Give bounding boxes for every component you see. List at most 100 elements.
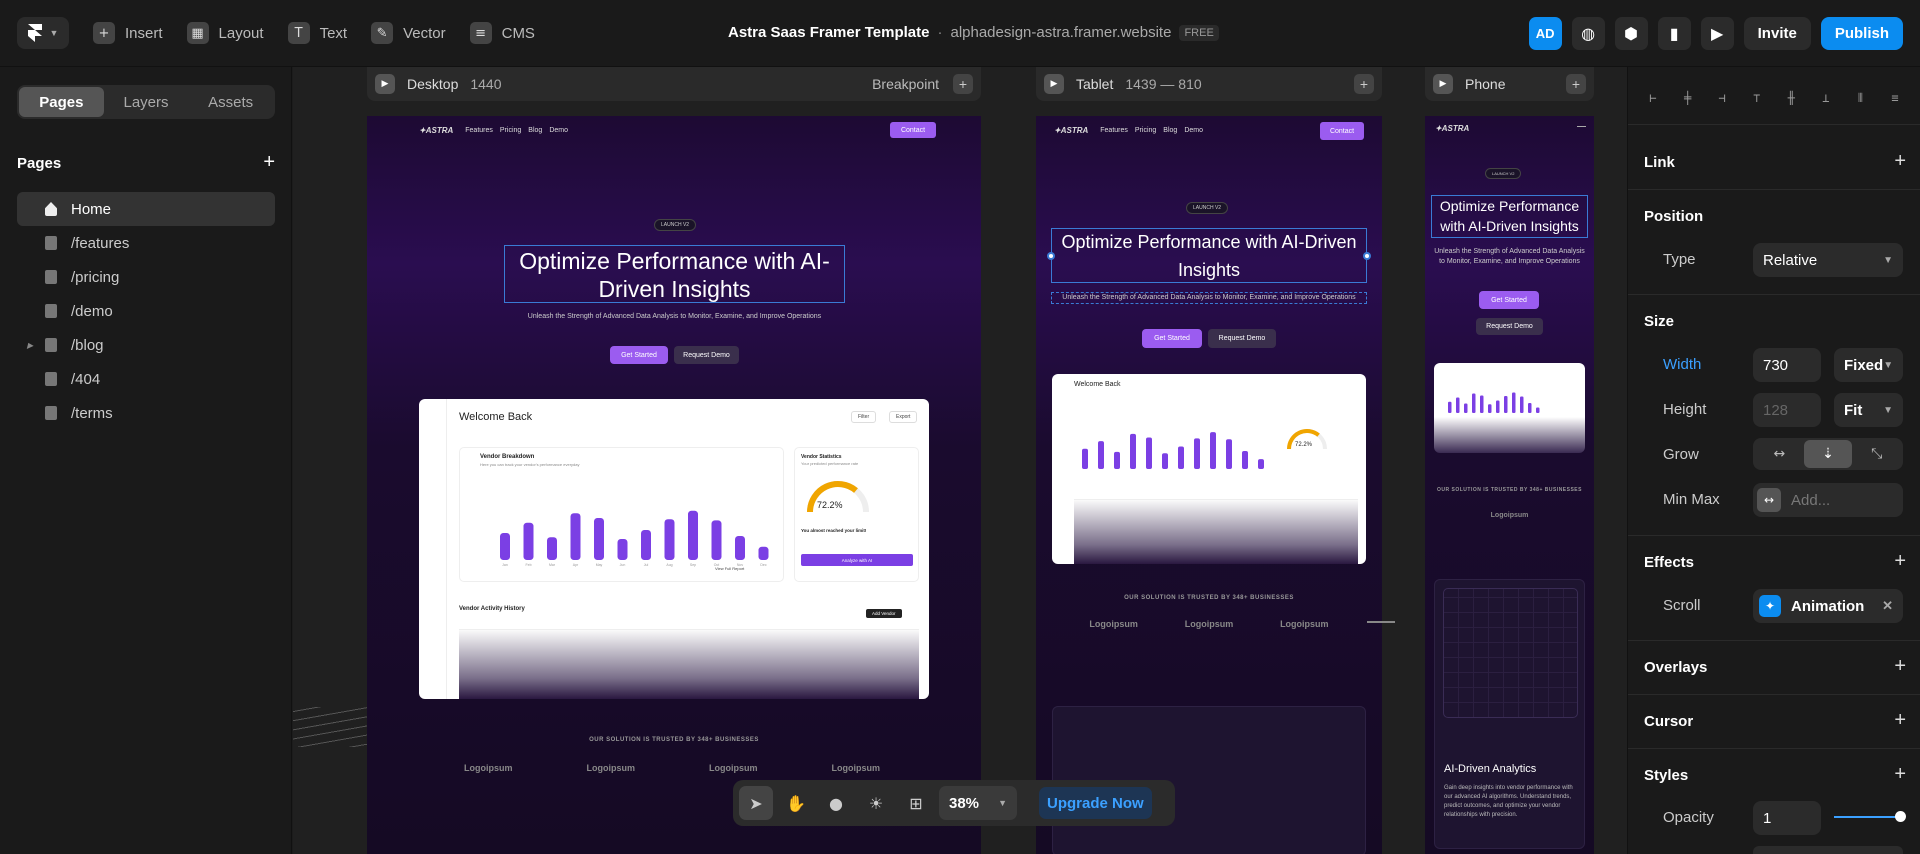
settings-icon[interactable]: ⬢ [1614,17,1648,50]
desktop-frame[interactable]: ✦ASTRA Features Pricing Blog Demo Contac… [367,116,981,854]
add-page-icon[interactable]: + [263,152,275,172]
add-vendor-button[interactable]: Add Vendor [866,609,902,618]
page-item-pricing[interactable]: /pricing [17,260,275,294]
page-item-home[interactable]: Home [17,192,275,226]
avatar[interactable]: AD [1528,17,1562,50]
globe-icon[interactable]: ◍ [1571,17,1605,50]
position-type-select[interactable]: Relative ▼ [1753,243,1903,277]
grow-horizontal-icon[interactable]: ↔ [1755,440,1804,468]
grow-both-icon[interactable]: ⤡ [1852,440,1901,468]
distribute-h-icon[interactable]: ⫴ [1851,89,1869,107]
cms-button[interactable]: ≡ CMS [469,22,535,44]
zoom-selector[interactable]: 38% ▼ [939,786,1017,820]
resize-handle[interactable] [1047,252,1055,260]
page-item-terms[interactable]: /terms [17,396,275,430]
get-started-button[interactable]: Get Started [1479,291,1539,309]
nav-link[interactable]: Blog [1163,127,1177,134]
phone-breakpoint-bar[interactable]: ▶ Phone + [1425,67,1594,101]
request-demo-button[interactable]: Request Demo [674,346,739,364]
insert-button[interactable]: + Insert [93,22,163,44]
design-canvas[interactable]: ▶ Desktop 1440 Breakpoint + ▶ Tablet 143… [293,67,1627,854]
add-effect-icon[interactable]: + [1894,551,1906,571]
page-item-404[interactable]: /404 [17,362,275,396]
resize-handle[interactable] [1363,252,1371,260]
page-item-demo[interactable]: /demo [17,294,275,328]
desktop-breakpoint-bar[interactable]: ▶ Desktop 1440 Breakpoint + [367,67,981,101]
pointer-tool-icon[interactable]: ➤ [739,786,773,820]
publish-button[interactable]: Publish [1820,17,1903,50]
add-breakpoint-icon[interactable]: + [1566,74,1586,94]
analyze-button[interactable]: Analyze with AI [801,554,913,566]
framer-menu-button[interactable]: ▼ [17,17,69,49]
nav-link[interactable]: Features [465,127,493,134]
height-input[interactable]: 128 [1753,393,1821,427]
text-button[interactable]: T Text [287,22,347,44]
page-icon [45,406,57,420]
layout-button[interactable]: ▦ Layout [186,22,264,44]
align-right-icon[interactable]: ⊣ [1713,89,1731,107]
request-demo-button[interactable]: Request Demo [1476,318,1543,335]
add-breakpoint-icon[interactable]: + [953,74,973,94]
tab-pages[interactable]: Pages [19,87,104,117]
opacity-input[interactable]: 1 [1753,801,1821,835]
upgrade-button[interactable]: Upgrade Now [1039,787,1152,819]
page-item-blog[interactable]: ▶ /blog [17,328,275,362]
add-link-icon[interactable]: + [1894,151,1906,171]
hand-tool-icon[interactable]: ✋ [779,786,813,820]
opacity-slider-track[interactable] [1834,816,1900,818]
chart-bar [1178,446,1184,469]
add-overlay-icon[interactable]: + [1894,656,1906,676]
tab-assets[interactable]: Assets [188,87,273,117]
tab-layers[interactable]: Layers [104,87,189,117]
distribute-v-icon[interactable]: ≡ [1886,89,1904,107]
comment-tool-icon[interactable]: ● [819,786,853,820]
align-center-v-icon[interactable]: ╫ [1782,89,1800,107]
width-mode-select[interactable]: Fixed ▼ [1834,348,1903,382]
contact-button[interactable]: Contact [1320,122,1364,140]
get-started-button[interactable]: Get Started [610,346,668,364]
play-icon[interactable]: ▶ [1433,74,1453,94]
phone-frame[interactable]: ✦ASTRA LAUNCH V2 Optimize Performance wi… [1425,116,1594,854]
left-panel: Pages Layers Assets Pages + Home /featur… [0,67,292,854]
height-mode-select[interactable]: Fit ▼ [1834,393,1903,427]
dash-export[interactable]: Export [889,411,918,423]
nav-link[interactable]: Pricing [500,127,521,134]
nav-link[interactable]: Features [1100,127,1128,134]
menu-icon[interactable] [1577,126,1586,127]
align-left-icon[interactable]: ⊢ [1644,89,1662,107]
nav-link[interactable]: Pricing [1135,127,1156,134]
opacity-slider-knob[interactable] [1895,811,1906,822]
align-bottom-icon[interactable]: ⊥ [1817,89,1835,107]
nav-link[interactable]: Demo [1184,127,1203,134]
tablet-frame[interactable]: ✦ASTRA Features Pricing Blog Demo Contac… [1036,116,1382,854]
invite-button[interactable]: Invite [1743,17,1811,50]
play-icon[interactable]: ▶ [1044,74,1064,94]
theme-sun-icon[interactable]: ☀ [859,786,893,820]
tablet-breakpoint-bar[interactable]: ▶ Tablet 1439 — 810 + [1036,67,1382,101]
dash-filter[interactable]: Filter [851,411,877,423]
page-item-features[interactable]: /features [17,226,275,260]
nav-link[interactable]: Demo [549,127,568,134]
contact-button[interactable]: Contact [890,122,936,138]
expand-caret-icon[interactable]: ▶ [27,341,33,350]
request-demo-button[interactable]: Request Demo [1208,329,1276,348]
preview-play-icon[interactable]: ▶ [1700,17,1734,50]
align-top-icon[interactable]: ⊤ [1748,89,1766,107]
play-icon[interactable]: ▶ [375,74,395,94]
grow-vertical-icon[interactable]: ⇣ [1803,440,1853,468]
close-icon[interactable]: ✕ [1882,598,1893,614]
add-style-icon[interactable]: + [1894,764,1906,784]
project-title-area[interactable]: Astra Saas Framer Template · alphadesign… [728,24,1219,41]
minmax-input[interactable]: ↔ Add... [1753,483,1903,517]
nav-link[interactable]: Blog [528,127,542,134]
vector-button[interactable]: ✎ Vector [371,22,446,44]
view-report-link[interactable]: View Full Report [715,566,744,571]
add-breakpoint-icon[interactable]: + [1354,74,1374,94]
scroll-animation-chip[interactable]: ✦ Animation ✕ [1753,589,1903,623]
add-cursor-icon[interactable]: + [1894,710,1906,730]
get-started-button[interactable]: Get Started [1142,329,1202,348]
analytics-icon[interactable]: ▮ [1657,17,1691,50]
width-input[interactable]: 730 [1753,348,1821,382]
align-center-h-icon[interactable]: ╪ [1679,89,1697,107]
components-icon[interactable]: ⊞ [899,786,933,820]
